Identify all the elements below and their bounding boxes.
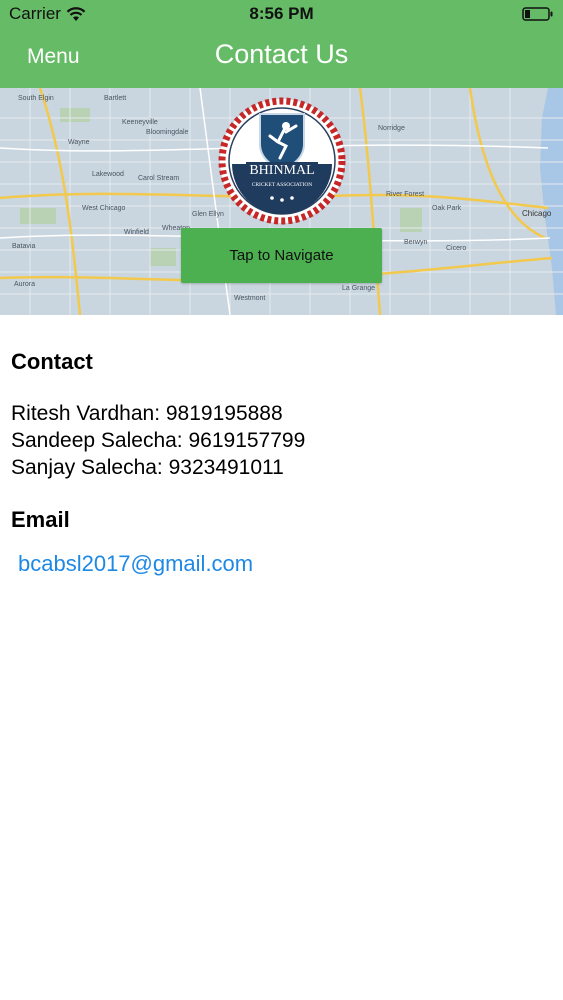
- app-header: Carrier 8:56 PM Menu Contact Us: [0, 0, 563, 88]
- map-label: West Chicago: [82, 205, 126, 212]
- map-label: Bloomingdale: [146, 129, 189, 136]
- status-bar: Carrier 8:56 PM: [0, 0, 563, 30]
- contact-list: Ritesh Vardhan: 9819195888 Sandeep Salec…: [11, 400, 551, 481]
- association-logo: BHINMAL CRICKET ASSOCIATION: [218, 97, 346, 225]
- contact-line: Sanjay Salecha: 9323491011: [11, 456, 284, 479]
- status-time: 8:56 PM: [249, 4, 314, 23]
- menu-button[interactable]: Menu: [27, 45, 80, 69]
- map-label: Norridge: [378, 125, 405, 132]
- map-label: Oak Park: [432, 205, 462, 212]
- map-label: South Elgin: [18, 95, 54, 102]
- map-label: Lakewood: [92, 171, 124, 178]
- email-link[interactable]: bcabsl2017@gmail.com: [18, 551, 253, 577]
- map-label: River Forest: [386, 191, 424, 198]
- contact-line: Ritesh Vardhan: 9819195888: [11, 402, 283, 425]
- map-banner[interactable]: South Elgin Bartlett Keeneyville Bloomin…: [0, 88, 563, 315]
- contact-line: Sandeep Salecha: 9619157799: [11, 429, 306, 452]
- map-label: Wayne: [68, 139, 90, 146]
- email-heading: Email: [11, 507, 70, 532]
- map-label: Carol Stream: [138, 175, 179, 182]
- map-label: Aurora: [14, 281, 35, 288]
- map-label: Chicago: [522, 209, 552, 218]
- map-label: Keeneyville: [122, 119, 158, 126]
- map-label: Cicero: [446, 245, 466, 252]
- map-label: La Grange: [342, 285, 375, 292]
- map-label: Berwyn: [404, 239, 427, 246]
- map-label: Westmont: [234, 295, 265, 302]
- map-label: Winfield: [124, 229, 149, 236]
- map-label: Batavia: [12, 243, 35, 250]
- contact-heading: Contact: [11, 349, 93, 374]
- contact-content: Contact Ritesh Vardhan: 9819195888 Sande…: [11, 348, 551, 577]
- tap-to-navigate-button[interactable]: Tap to Navigate: [181, 228, 382, 283]
- battery-icon: [522, 7, 553, 21]
- nav-bar: Menu Contact Us: [0, 30, 563, 88]
- svg-text:BHINMAL: BHINMAL: [249, 163, 314, 178]
- page-title: Contact Us: [214, 39, 349, 69]
- svg-text:CRICKET ASSOCIATION: CRICKET ASSOCIATION: [252, 182, 313, 188]
- map-label: Bartlett: [104, 95, 126, 102]
